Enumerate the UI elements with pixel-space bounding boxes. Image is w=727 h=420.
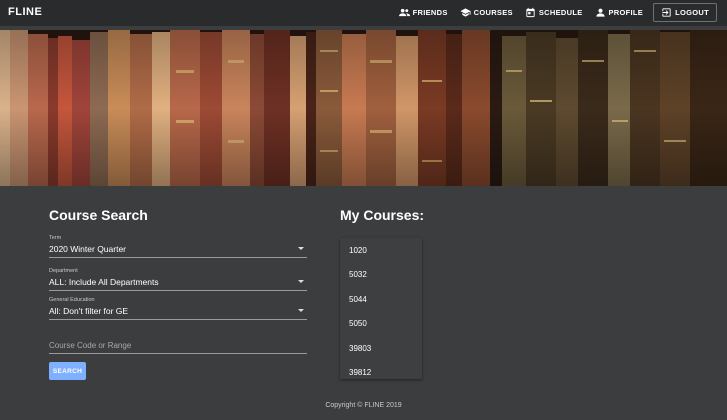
my-courses-title: My Courses: [340, 207, 425, 223]
search-button[interactable]: SEARCH [49, 362, 86, 380]
term-select[interactable]: Term 2020 Winter Quarter [49, 235, 307, 258]
course-item[interactable]: 5044 [340, 287, 422, 312]
calendar-icon [526, 7, 535, 17]
ge-select[interactable]: General Education All: Don't filter for … [49, 297, 307, 320]
nav-schedule[interactable]: SCHEDULE [519, 2, 589, 22]
ge-value: All: Don't filter for GE [49, 306, 129, 316]
exit-icon [662, 7, 671, 17]
nav-schedule-label: SCHEDULE [538, 7, 583, 17]
term-value: 2020 Winter Quarter [49, 244, 127, 254]
course-item[interactable]: 39812 [340, 361, 422, 380]
caret-down-icon[interactable] [298, 309, 304, 312]
nav-courses-label: COURSES [473, 7, 513, 17]
brand-logo[interactable]: FLINE [8, 6, 42, 18]
course-search-title: Course Search [49, 207, 148, 223]
course-code-input[interactable]: Course Code or Range [49, 339, 307, 354]
hero-banner-image [0, 30, 727, 186]
logout-label: LOGOUT [675, 7, 709, 17]
bookshelf-illustration [0, 30, 727, 186]
person-icon [595, 8, 605, 17]
nav-friends-label: FRIENDS [412, 7, 448, 17]
course-item[interactable]: 39803 [340, 336, 422, 361]
nav-friends[interactable]: FRIENDS [393, 2, 454, 22]
course-item[interactable]: 1020 [340, 238, 422, 263]
logout-button[interactable]: LOGOUT [653, 2, 717, 22]
department-value: ALL: Include All Departments [49, 277, 159, 287]
course-code-placeholder: Course Code or Range [49, 341, 132, 350]
caret-down-icon[interactable] [298, 280, 304, 283]
nav-profile-label: PROFILE [608, 7, 644, 17]
footer-copyright: Copyright © FLINE 2019 [325, 402, 402, 409]
graduation-cap-icon [460, 7, 471, 17]
top-nav: FRIENDS COURSES SCHEDULE PROFILE LOGOUT [393, 2, 717, 22]
people-icon [398, 8, 410, 16]
app-bar: FLINE FRIENDS COURSES SCHEDULE PROFILE L… [0, 0, 727, 26]
nav-profile[interactable]: PROFILE [589, 2, 650, 22]
department-select-box[interactable]: ALL: Include All Departments [49, 274, 307, 291]
course-item[interactable]: 5032 [340, 263, 422, 288]
my-courses-list: 1020 5032 5044 5050 39803 39812 [340, 238, 422, 379]
caret-down-icon[interactable] [298, 247, 304, 250]
department-select[interactable]: Department ALL: Include All Departments [49, 268, 307, 291]
course-item[interactable]: 5050 [340, 312, 422, 337]
term-select-box[interactable]: 2020 Winter Quarter [49, 241, 307, 258]
ge-select-box[interactable]: All: Don't filter for GE [49, 303, 307, 320]
nav-courses[interactable]: COURSES [454, 2, 519, 22]
